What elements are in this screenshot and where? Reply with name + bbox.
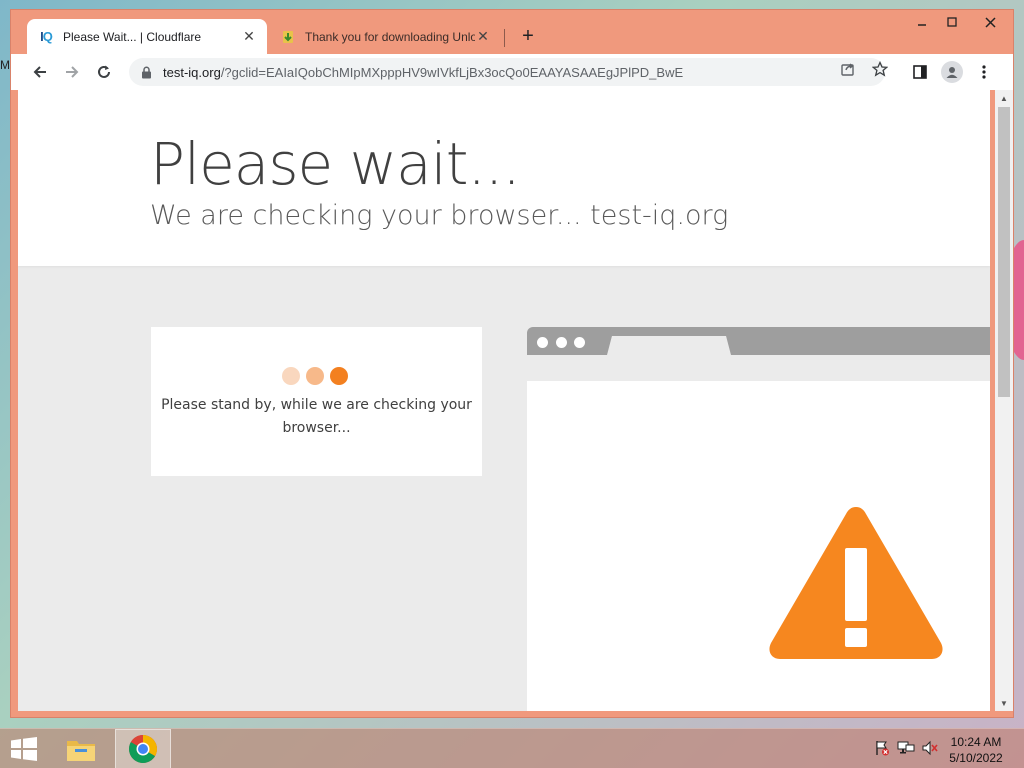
standby-message: Please stand by, while we are checking y… xyxy=(161,397,472,436)
tab-cloudflare[interactable]: IQ Please Wait... | Cloudflare ✕ xyxy=(27,19,267,54)
minimize-icon[interactable] xyxy=(907,10,937,34)
bookmark-star-icon[interactable] xyxy=(869,58,891,80)
browser-illustration xyxy=(527,327,990,711)
url-text: test-iq.org/?gclid=EAIaIQobChMIpMXpppHV9… xyxy=(163,65,683,80)
loading-dot xyxy=(306,367,324,385)
lock-icon[interactable] xyxy=(139,65,153,79)
illustration-dot xyxy=(574,337,585,348)
profile-icon[interactable] xyxy=(939,59,965,85)
browser-toolbar: test-iq.org/?gclid=EAIaIQobChMIpMXpppHV9… xyxy=(11,54,1013,90)
loading-dots xyxy=(282,367,348,385)
clock-time: 10:24 AM xyxy=(950,735,1002,749)
illustration-body xyxy=(527,381,990,711)
scroll-up-arrow-icon[interactable]: ▲ xyxy=(999,93,1009,103)
desktop-edge-glyph: M xyxy=(0,58,10,72)
page-viewport: Please wait... We are checking your brow… xyxy=(18,90,990,711)
tab-download[interactable]: Thank you for downloading Unlo ✕ xyxy=(269,19,501,54)
address-bar[interactable]: test-iq.org/?gclid=EAIaIQobChMIpMXpppHV9… xyxy=(129,58,885,86)
iq-favicon-icon: IQ xyxy=(40,29,53,44)
windows-start-icon[interactable] xyxy=(10,737,38,763)
file-explorer-icon[interactable] xyxy=(53,729,109,768)
window-controls xyxy=(907,10,1013,34)
download-favicon-icon xyxy=(279,29,297,45)
header-band: Please wait... We are checking your brow… xyxy=(18,90,990,266)
tab-separator xyxy=(504,29,505,47)
page-title: Please wait... xyxy=(150,130,521,198)
back-arrow-icon[interactable] xyxy=(27,59,53,85)
illustration-tab xyxy=(607,336,731,355)
scrollbar-thumb[interactable] xyxy=(998,107,1010,397)
page-subtitle: We are checking your browser... test-iq.… xyxy=(150,200,729,231)
title-bar: IQ Please Wait... | Cloudflare ✕ Thank y… xyxy=(11,10,1013,54)
browser-window: IQ Please Wait... | Cloudflare ✕ Thank y… xyxy=(10,9,1014,718)
taskbar: 10:24 AM 5/10/2022 xyxy=(0,728,1024,768)
illustration-toolbar xyxy=(527,355,990,381)
close-window-icon[interactable] xyxy=(967,10,1013,34)
vertical-scrollbar[interactable]: ▲ ▼ xyxy=(995,90,1013,711)
action-center-flag-icon[interactable] xyxy=(873,739,891,757)
system-clock[interactable]: 10:24 AM 5/10/2022 xyxy=(946,734,1006,766)
illustration-titlebar xyxy=(527,327,990,355)
loading-dot xyxy=(330,367,348,385)
tab-title: Please Wait... | Cloudflare xyxy=(63,29,202,44)
url-params: /?gclid=EAIaIQobChMIpMXpppHV9wIVkfLjBx3o… xyxy=(220,64,684,80)
chrome-taskbar-icon[interactable] xyxy=(115,729,171,768)
warning-triangle-icon xyxy=(769,507,943,659)
standby-card: Please stand by, while we are checking y… xyxy=(151,327,482,476)
volume-muted-icon[interactable] xyxy=(921,739,939,757)
clock-date: 5/10/2022 xyxy=(949,751,1003,765)
illustration-dot xyxy=(556,337,567,348)
network-icon[interactable] xyxy=(897,739,915,757)
scroll-down-arrow-icon[interactable]: ▼ xyxy=(999,698,1009,708)
share-icon[interactable] xyxy=(837,58,859,80)
tab-title: Thank you for downloading Unlo xyxy=(305,29,475,44)
menu-kebab-icon[interactable] xyxy=(971,59,997,85)
tab-close-icon[interactable]: ✕ xyxy=(241,28,257,45)
tab-close-icon[interactable]: ✕ xyxy=(475,28,491,45)
forward-arrow-icon[interactable] xyxy=(59,59,85,85)
new-tab-plus-icon[interactable]: + xyxy=(517,25,539,47)
reload-icon[interactable] xyxy=(91,59,117,85)
maximize-icon[interactable] xyxy=(937,10,967,34)
side-panel-icon[interactable] xyxy=(907,59,933,85)
loading-dot xyxy=(282,367,300,385)
illustration-dot xyxy=(537,337,548,348)
url-host: test-iq.org xyxy=(163,64,221,80)
